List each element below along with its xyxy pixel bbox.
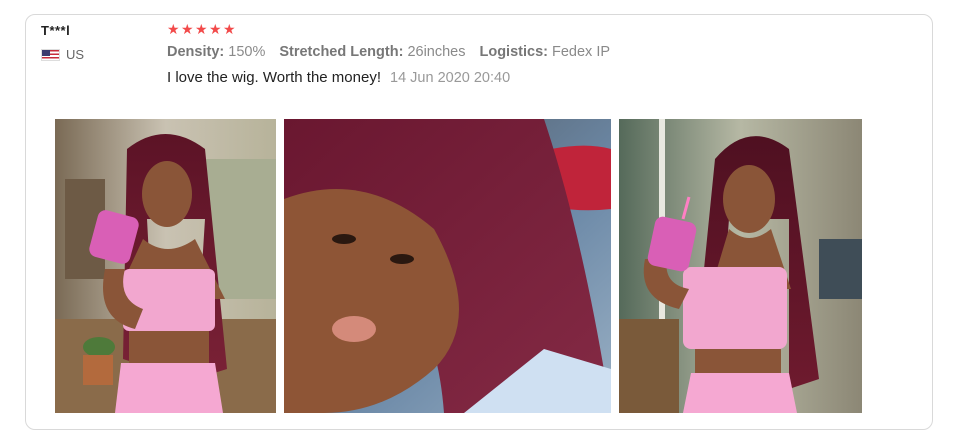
attribute-density: Density: 150% [167, 44, 266, 60]
attribute-stretched-length: Stretched Length: 26inches [279, 44, 466, 60]
review-date: 14 Jun 2020 20:40 [390, 70, 511, 86]
review-photo-2[interactable] [284, 119, 611, 413]
review-attributes: Density: 150% Stretched Length: 26inches… [167, 44, 610, 60]
review-photo-image [284, 119, 611, 413]
star-rating: ★ ★ ★ ★ ★ [167, 21, 610, 37]
reviewer-name: T***l [41, 23, 71, 38]
reviewer-info: T***l US [41, 23, 84, 62]
attribute-logistics: Logistics: Fedex IP [479, 44, 611, 60]
star-icon: ★ [167, 21, 180, 37]
review-photo-image [55, 119, 276, 413]
us-flag-icon [41, 48, 60, 61]
reviewer-country: US [41, 47, 84, 62]
review-photo-3[interactable] [619, 119, 862, 413]
country-code: US [66, 47, 85, 62]
review-content: ★ ★ ★ ★ ★ Density: 150% Stretched Length… [167, 21, 610, 86]
star-icon: ★ [223, 21, 236, 37]
star-icon: ★ [209, 21, 222, 37]
star-icon: ★ [195, 21, 208, 37]
review-photo-1[interactable] [55, 119, 276, 413]
review-comment-row: I love the wig. Worth the money! 14 Jun … [167, 69, 610, 86]
review-photo-image [619, 119, 862, 413]
star-icon: ★ [181, 21, 194, 37]
review-card: T***l US ★ ★ ★ ★ ★ Density: 150% Stretch… [25, 14, 933, 430]
review-comment: I love the wig. Worth the money! [167, 69, 381, 86]
